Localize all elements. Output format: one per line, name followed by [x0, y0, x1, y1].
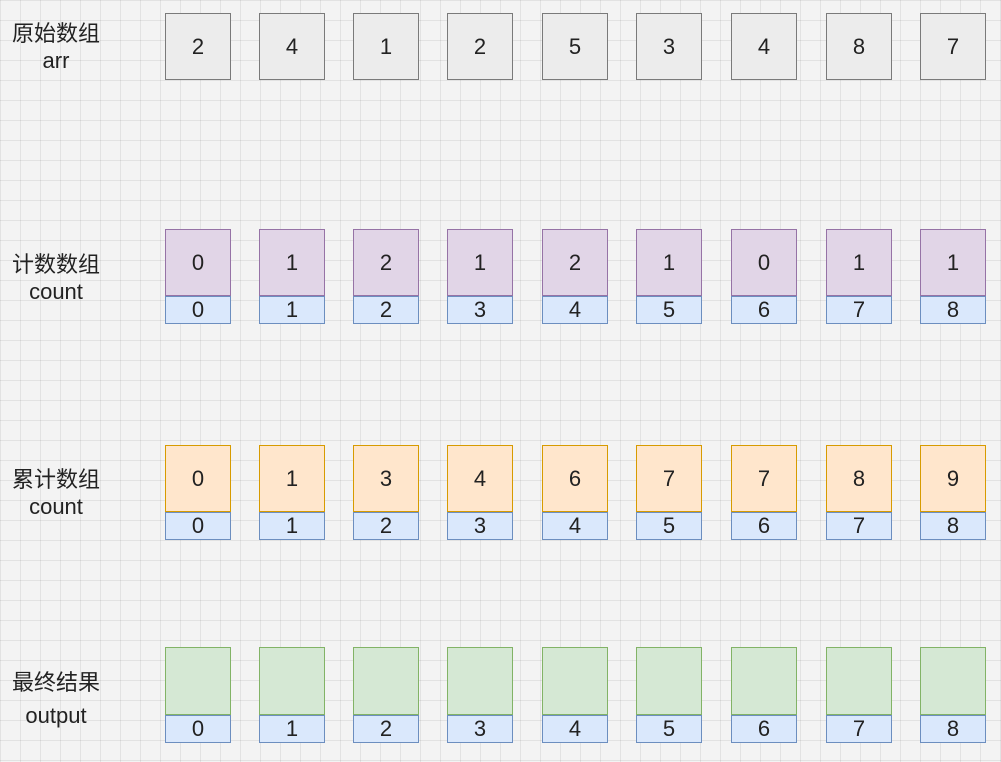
cumulative-cell-1: 1: [259, 445, 325, 512]
arr-label-en: arr: [42, 48, 70, 73]
output-cell-8: [920, 647, 986, 715]
output-index-cell-5: 5: [636, 715, 702, 743]
output-index-cell-0: 0: [165, 715, 231, 743]
output-index-cell-6: 6: [731, 715, 797, 743]
output-index-cell-7: 7: [826, 715, 892, 743]
arr-cell-4: 5: [542, 13, 608, 80]
count-cell-5: 1: [636, 229, 702, 296]
arr-cell-8: 7: [920, 13, 986, 80]
output-row-label: 最终结果 output: [6, 669, 106, 729]
arr-cell-0: 2: [165, 13, 231, 80]
count-cell-2: 2: [353, 229, 419, 296]
cumulative-cell-2: 3: [353, 445, 419, 512]
cumulative-cell-5: 7: [636, 445, 702, 512]
count-cell-6: 0: [731, 229, 797, 296]
cumulative-index-cell-0: 0: [165, 512, 231, 540]
output-cell-4: [542, 647, 608, 715]
cumulative-index-cell-1: 1: [259, 512, 325, 540]
cumulative-index-cell-6: 6: [731, 512, 797, 540]
count-label-en: count: [29, 279, 83, 304]
output-cell-3: [447, 647, 513, 715]
output-cell-0: [165, 647, 231, 715]
output-cell-2: [353, 647, 419, 715]
output-cell-7: [826, 647, 892, 715]
output-cell-6: [731, 647, 797, 715]
count-cell-8: 1: [920, 229, 986, 296]
arr-row-label: 原始数组 arr: [6, 20, 106, 74]
cumulative-index-cell-4: 4: [542, 512, 608, 540]
count-row-label: 计数数组 count: [6, 251, 106, 305]
count-index-cell-5: 5: [636, 296, 702, 324]
arr-cell-5: 3: [636, 13, 702, 80]
arr-cell-7: 8: [826, 13, 892, 80]
count-cell-0: 0: [165, 229, 231, 296]
count-label-cn: 计数数组: [11, 252, 100, 277]
output-index-cell-2: 2: [353, 715, 419, 743]
count-index-cell-0: 0: [165, 296, 231, 324]
cumulative-label-en: count: [29, 494, 83, 519]
output-label-cn: 最终结果: [11, 670, 100, 695]
cumulative-cell-8: 9: [920, 445, 986, 512]
output-index-cell-1: 1: [259, 715, 325, 743]
count-index-cell-8: 8: [920, 296, 986, 324]
cumulative-cell-7: 8: [826, 445, 892, 512]
count-index-cell-1: 1: [259, 296, 325, 324]
output-cell-1: [259, 647, 325, 715]
output-label-en: output: [25, 703, 87, 728]
count-index-cell-3: 3: [447, 296, 513, 324]
cumulative-cell-4: 6: [542, 445, 608, 512]
output-cell-5: [636, 647, 702, 715]
arr-cell-1: 4: [259, 13, 325, 80]
output-index-cell-4: 4: [542, 715, 608, 743]
cumulative-index-cell-7: 7: [826, 512, 892, 540]
cumulative-index-cell-3: 3: [447, 512, 513, 540]
cumulative-index-cell-8: 8: [920, 512, 986, 540]
cumulative-cell-3: 4: [447, 445, 513, 512]
arr-cell-6: 4: [731, 13, 797, 80]
count-index-cell-2: 2: [353, 296, 419, 324]
arr-cell-3: 2: [447, 13, 513, 80]
output-index-cell-3: 3: [447, 715, 513, 743]
cumulative-cell-0: 0: [165, 445, 231, 512]
arr-cell-2: 1: [353, 13, 419, 80]
count-index-cell-7: 7: [826, 296, 892, 324]
count-cell-4: 2: [542, 229, 608, 296]
count-index-cell-4: 4: [542, 296, 608, 324]
cumulative-label-cn: 累计数组: [11, 467, 100, 492]
count-cell-7: 1: [826, 229, 892, 296]
cumulative-index-cell-5: 5: [636, 512, 702, 540]
count-index-cell-6: 6: [731, 296, 797, 324]
count-cell-1: 1: [259, 229, 325, 296]
cumulative-cell-6: 7: [731, 445, 797, 512]
cumulative-index-cell-2: 2: [353, 512, 419, 540]
cumulative-row-label: 累计数组 count: [6, 466, 106, 520]
count-cell-3: 1: [447, 229, 513, 296]
arr-label-cn: 原始数组: [11, 21, 100, 46]
output-index-cell-8: 8: [920, 715, 986, 743]
